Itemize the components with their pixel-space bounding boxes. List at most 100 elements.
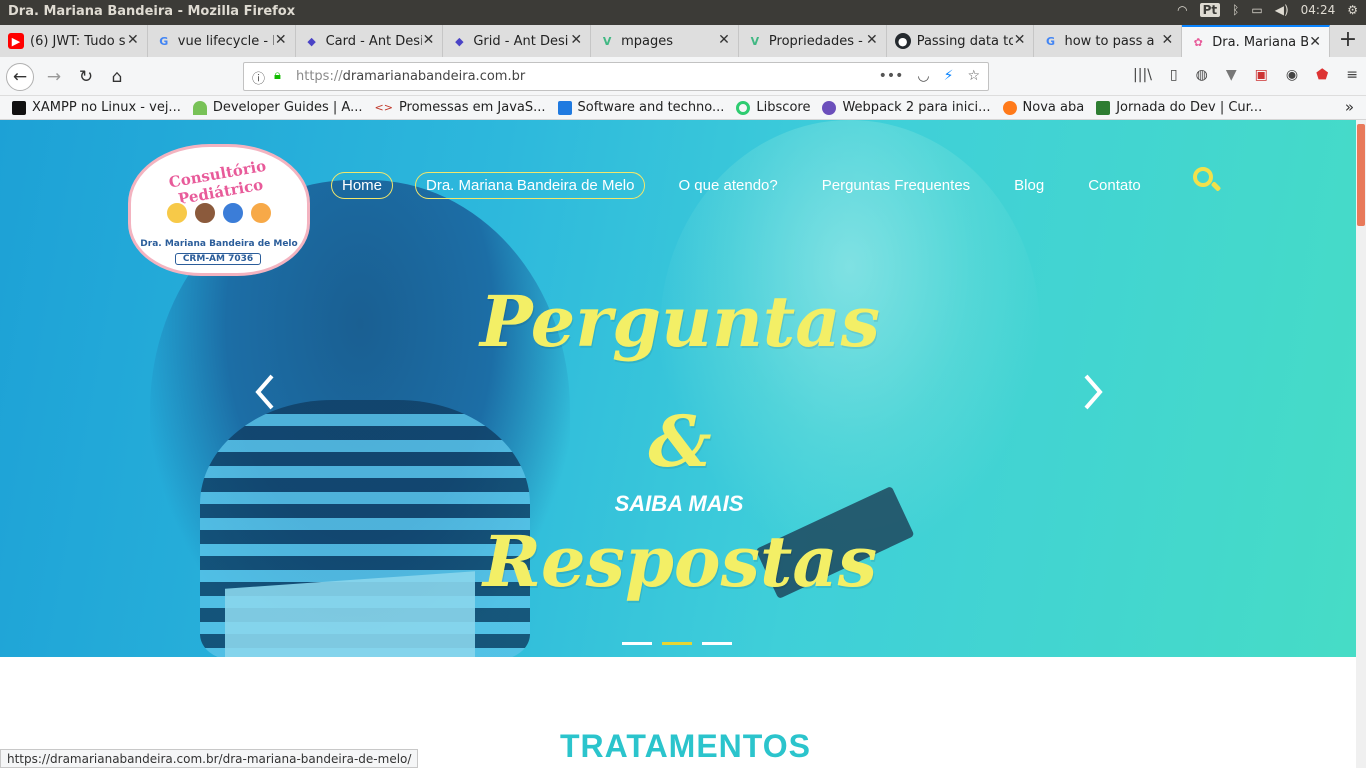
bluetooth-icon[interactable]: ᛒ — [1232, 3, 1239, 17]
jornada-icon — [1096, 100, 1111, 115]
share-icon — [557, 100, 572, 115]
tab[interactable]: Gvue lifecycle - F ✕ — [148, 25, 296, 57]
slider-pagination — [622, 642, 732, 645]
logo-kids-illustration — [165, 201, 273, 225]
toolbar-right: |||\ ▯ ◍ ▼ ▣ ◉ ⬟ ≡ — [1133, 67, 1358, 83]
account-icon[interactable]: ◉ — [1286, 67, 1298, 83]
webpack-icon — [822, 100, 837, 115]
slider-dot[interactable] — [702, 642, 732, 645]
settings-gear-icon[interactable]: ⚙ — [1347, 3, 1358, 17]
window-title: Dra. Mariana Bandeira - Mozilla Firefox — [8, 4, 296, 19]
volume-icon[interactable]: ◀) — [1275, 3, 1289, 17]
github-icon: ● — [894, 33, 911, 49]
bookmark-item[interactable]: Nova aba — [1002, 100, 1084, 115]
menu-hamburger-icon[interactable]: ≡ — [1346, 67, 1358, 83]
bookmark-item[interactable]: Webpack 2 para inici... — [822, 100, 991, 115]
code-icon: <> — [374, 100, 393, 114]
tab[interactable]: ◆ Card - Ant Desi ✕ — [296, 25, 444, 57]
bookmark-item[interactable]: XAMPP no Linux - vej... — [12, 100, 181, 115]
battery-icon[interactable]: ▭ — [1251, 3, 1262, 17]
antd-icon: ◆ — [455, 34, 464, 48]
clock[interactable]: 04:24 — [1301, 3, 1336, 17]
bookmark-item[interactable]: Jornada do Dev | Cur... — [1096, 100, 1262, 115]
close-icon[interactable]: ✕ — [1309, 34, 1321, 50]
saiba-mais-button[interactable]: SAIBA MAIS — [579, 491, 779, 517]
search-icon[interactable] — [1192, 166, 1222, 196]
tab-strip: ▶ (6) JWT: Tudo s ✕ Gvue lifecycle - F ✕ ◆ C… — [0, 25, 1366, 57]
close-icon[interactable]: ✕ — [718, 32, 730, 48]
site-logo[interactable]: Consultório Pediátrico Dra. Mariana Band… — [128, 144, 310, 276]
menu-item-o-que-atendo[interactable]: O que atendo? — [667, 172, 788, 199]
menu-item-home[interactable]: Home — [331, 171, 394, 199]
new-tab-button[interactable]: + — [1330, 25, 1366, 57]
tab[interactable]: ▶ (6) JWT: Tudo s ✕ — [0, 25, 148, 57]
logo-crm: CRM-AM 7036 — [175, 253, 261, 265]
android-icon — [192, 100, 207, 115]
tab[interactable]: ◆ Grid - Ant Desi ✕ — [443, 25, 592, 57]
pocket-icon[interactable]: ◡ — [917, 68, 929, 84]
firefox-icon — [1002, 100, 1017, 115]
url-text[interactable]: https://dramarianabandeira.com.br — [296, 69, 525, 84]
home-button[interactable]: ⌂ — [103, 63, 131, 91]
close-icon[interactable]: ✕ — [423, 32, 435, 48]
tab[interactable]: Ghow to pass a ✕ — [1034, 25, 1183, 57]
hero-headline-line1: Perguntas & — [479, 280, 880, 483]
chat-extension-icon[interactable]: ◍ — [1196, 67, 1208, 83]
close-icon[interactable]: ✕ — [275, 32, 287, 48]
bookmark-star-icon[interactable]: ☆ — [967, 68, 980, 84]
close-icon[interactable]: ✕ — [1162, 32, 1174, 48]
tab[interactable]: ● Passing data to ✕ — [887, 25, 1035, 57]
menu-item-contato[interactable]: Contato — [1077, 172, 1152, 199]
navigation-toolbar: ← → ↻ ⌂ ⓘ 🔒︎ https://dramarianabandeira.… — [0, 57, 1366, 96]
wifi-icon[interactable]: ◠ — [1177, 3, 1187, 17]
slider-dot-active[interactable] — [662, 642, 692, 645]
section-title-tratamentos: TRATAMENTOS — [560, 728, 811, 764]
input-method-indicator[interactable]: Pt — [1199, 3, 1221, 17]
extension-lightning-icon[interactable]: ⚡ — [944, 68, 954, 84]
tab[interactable]: V Propriedades - ✕ — [739, 25, 887, 57]
shield-icon[interactable]: ⬟ — [1316, 67, 1328, 83]
bookmarks-overflow-chevron-icon[interactable]: » — [1345, 98, 1354, 116]
close-icon[interactable]: ✕ — [866, 32, 878, 48]
bookmarks-toolbar: XAMPP no Linux - vej... Developer Guides… — [0, 96, 1366, 120]
vue-icon: V — [750, 34, 760, 48]
reload-button[interactable]: ↻ — [72, 63, 100, 91]
google-icon: G — [1045, 34, 1055, 48]
hero-headline: Perguntas & Respostas — [440, 262, 920, 622]
tab[interactable]: Vmpages ✕ — [591, 25, 739, 57]
url-bar[interactable]: ⓘ 🔒︎ https://dramarianabandeira.com.br •… — [243, 62, 989, 91]
menu-item-perguntas-frequentes[interactable]: Perguntas Frequentes — [811, 172, 981, 199]
libscore-icon — [736, 100, 751, 115]
bookmark-favicon-icon — [12, 100, 26, 115]
tab-active[interactable]: ✿ Dra. Mariana B ✕ — [1182, 25, 1331, 57]
video-extension-icon[interactable]: ▣ — [1255, 67, 1268, 83]
page-actions-icon[interactable]: ••• — [879, 68, 904, 84]
bookmark-item[interactable]: Libscore — [736, 100, 810, 115]
bookmark-item[interactable]: <> Promessas em JavaS... — [375, 100, 546, 115]
forward-button[interactable]: → — [40, 63, 68, 91]
slider-next-chevron-right-icon[interactable] — [1078, 372, 1108, 412]
back-button[interactable]: ← — [6, 63, 34, 91]
sidebar-icon[interactable]: ▯ — [1170, 67, 1178, 83]
antd-icon: ◆ — [307, 34, 316, 48]
close-icon[interactable]: ✕ — [127, 32, 139, 48]
slider-dot[interactable] — [622, 642, 652, 645]
close-icon[interactable]: ✕ — [1014, 32, 1026, 48]
os-top-bar: Dra. Mariana Bandeira - Mozilla Firefox … — [0, 0, 1366, 25]
bookmark-item[interactable]: Developer Guides | A... — [192, 100, 363, 115]
close-icon[interactable]: ✕ — [570, 32, 582, 48]
page-scrollbar[interactable] — [1356, 120, 1366, 768]
menu-item-blog[interactable]: Blog — [1003, 172, 1055, 199]
library-icon[interactable]: |||\ — [1133, 67, 1152, 83]
system-tray: ◠ Pt ᛒ ▭ ◀) 04:24 ⚙ — [1177, 3, 1358, 17]
lock-icon[interactable]: 🔒︎ — [274, 68, 281, 83]
url-actions: ••• ◡ ⚡ ☆ — [879, 68, 980, 84]
menu-item-dra-mariana[interactable]: Dra. Mariana Bandeira de Melo — [415, 171, 646, 199]
google-icon: G — [159, 34, 169, 48]
slider-prev-chevron-left-icon[interactable] — [250, 372, 280, 412]
bookmark-item[interactable]: Software and techno... — [557, 100, 724, 115]
info-icon[interactable]: ⓘ — [252, 68, 265, 87]
vue-icon: V — [602, 34, 612, 48]
vue-devtools-icon[interactable]: ▼ — [1226, 67, 1237, 83]
scrollbar-thumb[interactable] — [1357, 124, 1365, 226]
